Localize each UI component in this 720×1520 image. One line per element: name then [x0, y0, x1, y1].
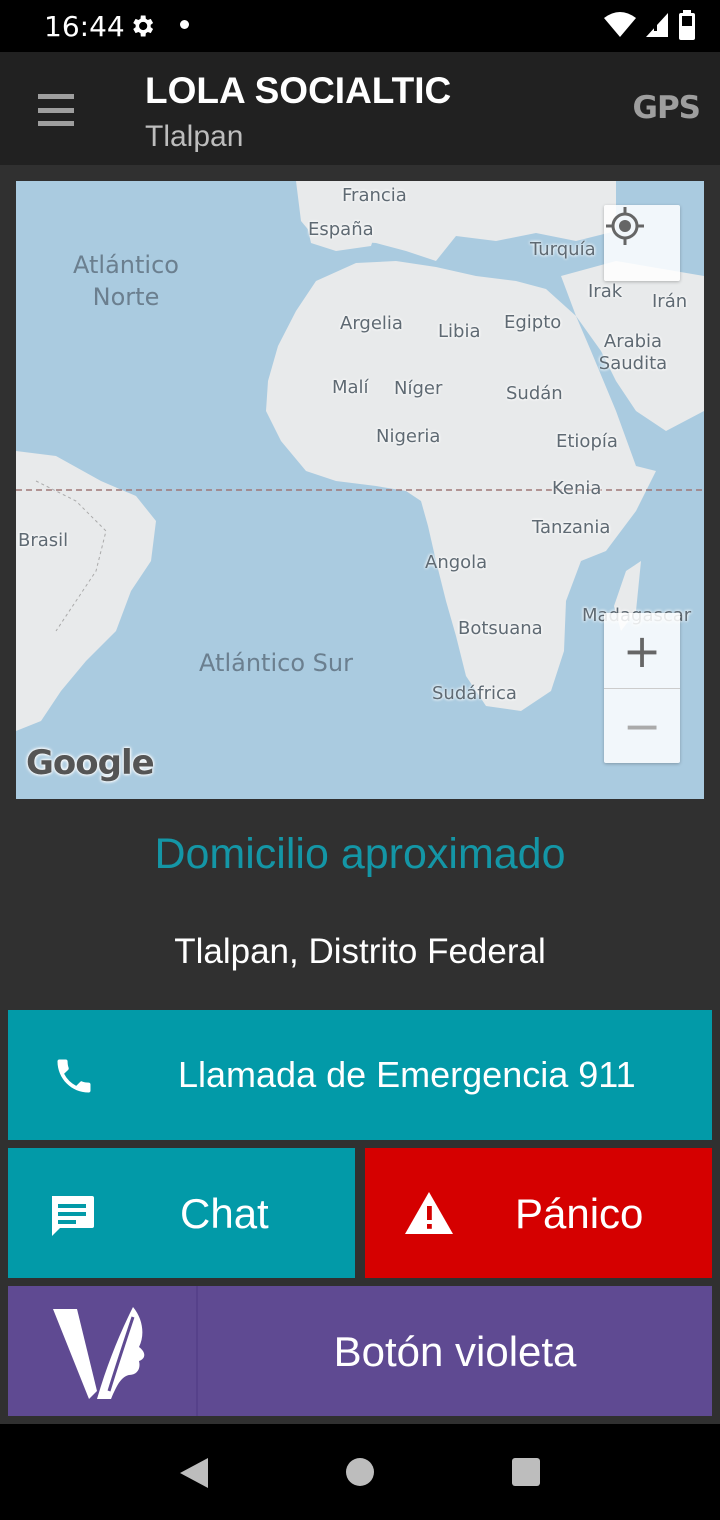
violet-button[interactable]: Botón violeta	[8, 1286, 712, 1416]
map-label-sudafrica: Sudáfrica	[432, 683, 517, 704]
address-value: Tlalpan, Distrito Federal	[174, 932, 546, 971]
map-label-irak: Irak	[588, 281, 623, 302]
app-subtitle: Tlalpan	[145, 120, 244, 153]
google-logo: Google	[26, 743, 155, 783]
ocean-label-north: Atlántico Norte	[73, 251, 179, 311]
map-view[interactable]: Francia España Turquía Irak Irán Argelia…	[16, 181, 704, 799]
violet-v-logo-icon	[8, 1286, 198, 1416]
system-nav-bar	[0, 1424, 720, 1520]
warning-icon	[405, 1192, 453, 1239]
ocean-label-south: Atlántico Sur	[199, 649, 353, 677]
map-label-etiopia: Etiopía	[556, 431, 618, 452]
battery-icon	[679, 10, 695, 40]
map-label-angola: Angola	[425, 552, 488, 573]
my-location-icon	[606, 207, 644, 245]
status-icons	[604, 10, 696, 40]
map-label-argelia: Argelia	[340, 313, 403, 334]
zoom-controls: + −	[604, 613, 680, 763]
app-title: LOLA SOCIALTIC	[145, 70, 452, 111]
map-label-mali: Malí	[332, 377, 369, 398]
panic-button[interactable]: Pánico	[365, 1148, 712, 1278]
map-label-brasil: Brasil	[18, 530, 69, 551]
map-label-francia: Francia	[342, 185, 407, 206]
gps-button[interactable]: GPS	[633, 90, 701, 126]
home-icon[interactable]	[346, 1458, 374, 1486]
menu-icon[interactable]	[38, 94, 74, 126]
map-label-turquia: Turquía	[530, 239, 596, 260]
map-label-libia: Libia	[438, 321, 481, 342]
map-label-niger: Níger	[394, 378, 443, 399]
map-label-sudan: Sudán	[506, 383, 563, 404]
emergency-call-button[interactable]: Llamada de Emergencia 911	[8, 1010, 712, 1140]
app-bar: LOLA SOCIALTIC Tlalpan GPS	[0, 52, 720, 165]
map-label-botsuana: Botsuana	[458, 618, 543, 639]
map-label-egipto: Egipto	[504, 312, 562, 333]
chat-icon	[48, 1194, 96, 1243]
zoom-out-button[interactable]: −	[604, 688, 680, 763]
map-label-nigeria: Nigeria	[376, 426, 441, 447]
map-label-kenia: Kenia	[552, 478, 602, 499]
wifi-icon	[604, 12, 636, 37]
violet-label: Botón violeta	[333, 1328, 577, 1375]
status-time: 16:44	[44, 10, 125, 43]
recent-apps-icon[interactable]	[512, 1458, 540, 1486]
panic-label: Pánico	[515, 1190, 644, 1237]
map-label-espana: España	[308, 219, 374, 240]
settings-gear-icon	[128, 12, 156, 45]
zoom-in-button[interactable]: +	[604, 613, 680, 688]
map-label-tanzania: Tanzania	[532, 517, 611, 538]
notification-dot-icon	[180, 20, 189, 29]
address-title: Domicilio aproximado	[154, 830, 566, 878]
status-bar: 16:44	[0, 0, 720, 52]
phone-icon	[52, 1054, 96, 1103]
chat-button[interactable]: Chat	[8, 1148, 355, 1278]
back-icon[interactable]	[178, 1456, 210, 1490]
chat-label: Chat	[180, 1190, 269, 1237]
emergency-call-label: Llamada de Emergencia 911	[178, 1054, 636, 1095]
my-location-button[interactable]	[604, 205, 680, 281]
map-label-iran: Irán	[652, 291, 688, 312]
map-label-arabia: Arabia Saudita	[598, 331, 668, 374]
cellular-signal-icon	[646, 13, 668, 37]
